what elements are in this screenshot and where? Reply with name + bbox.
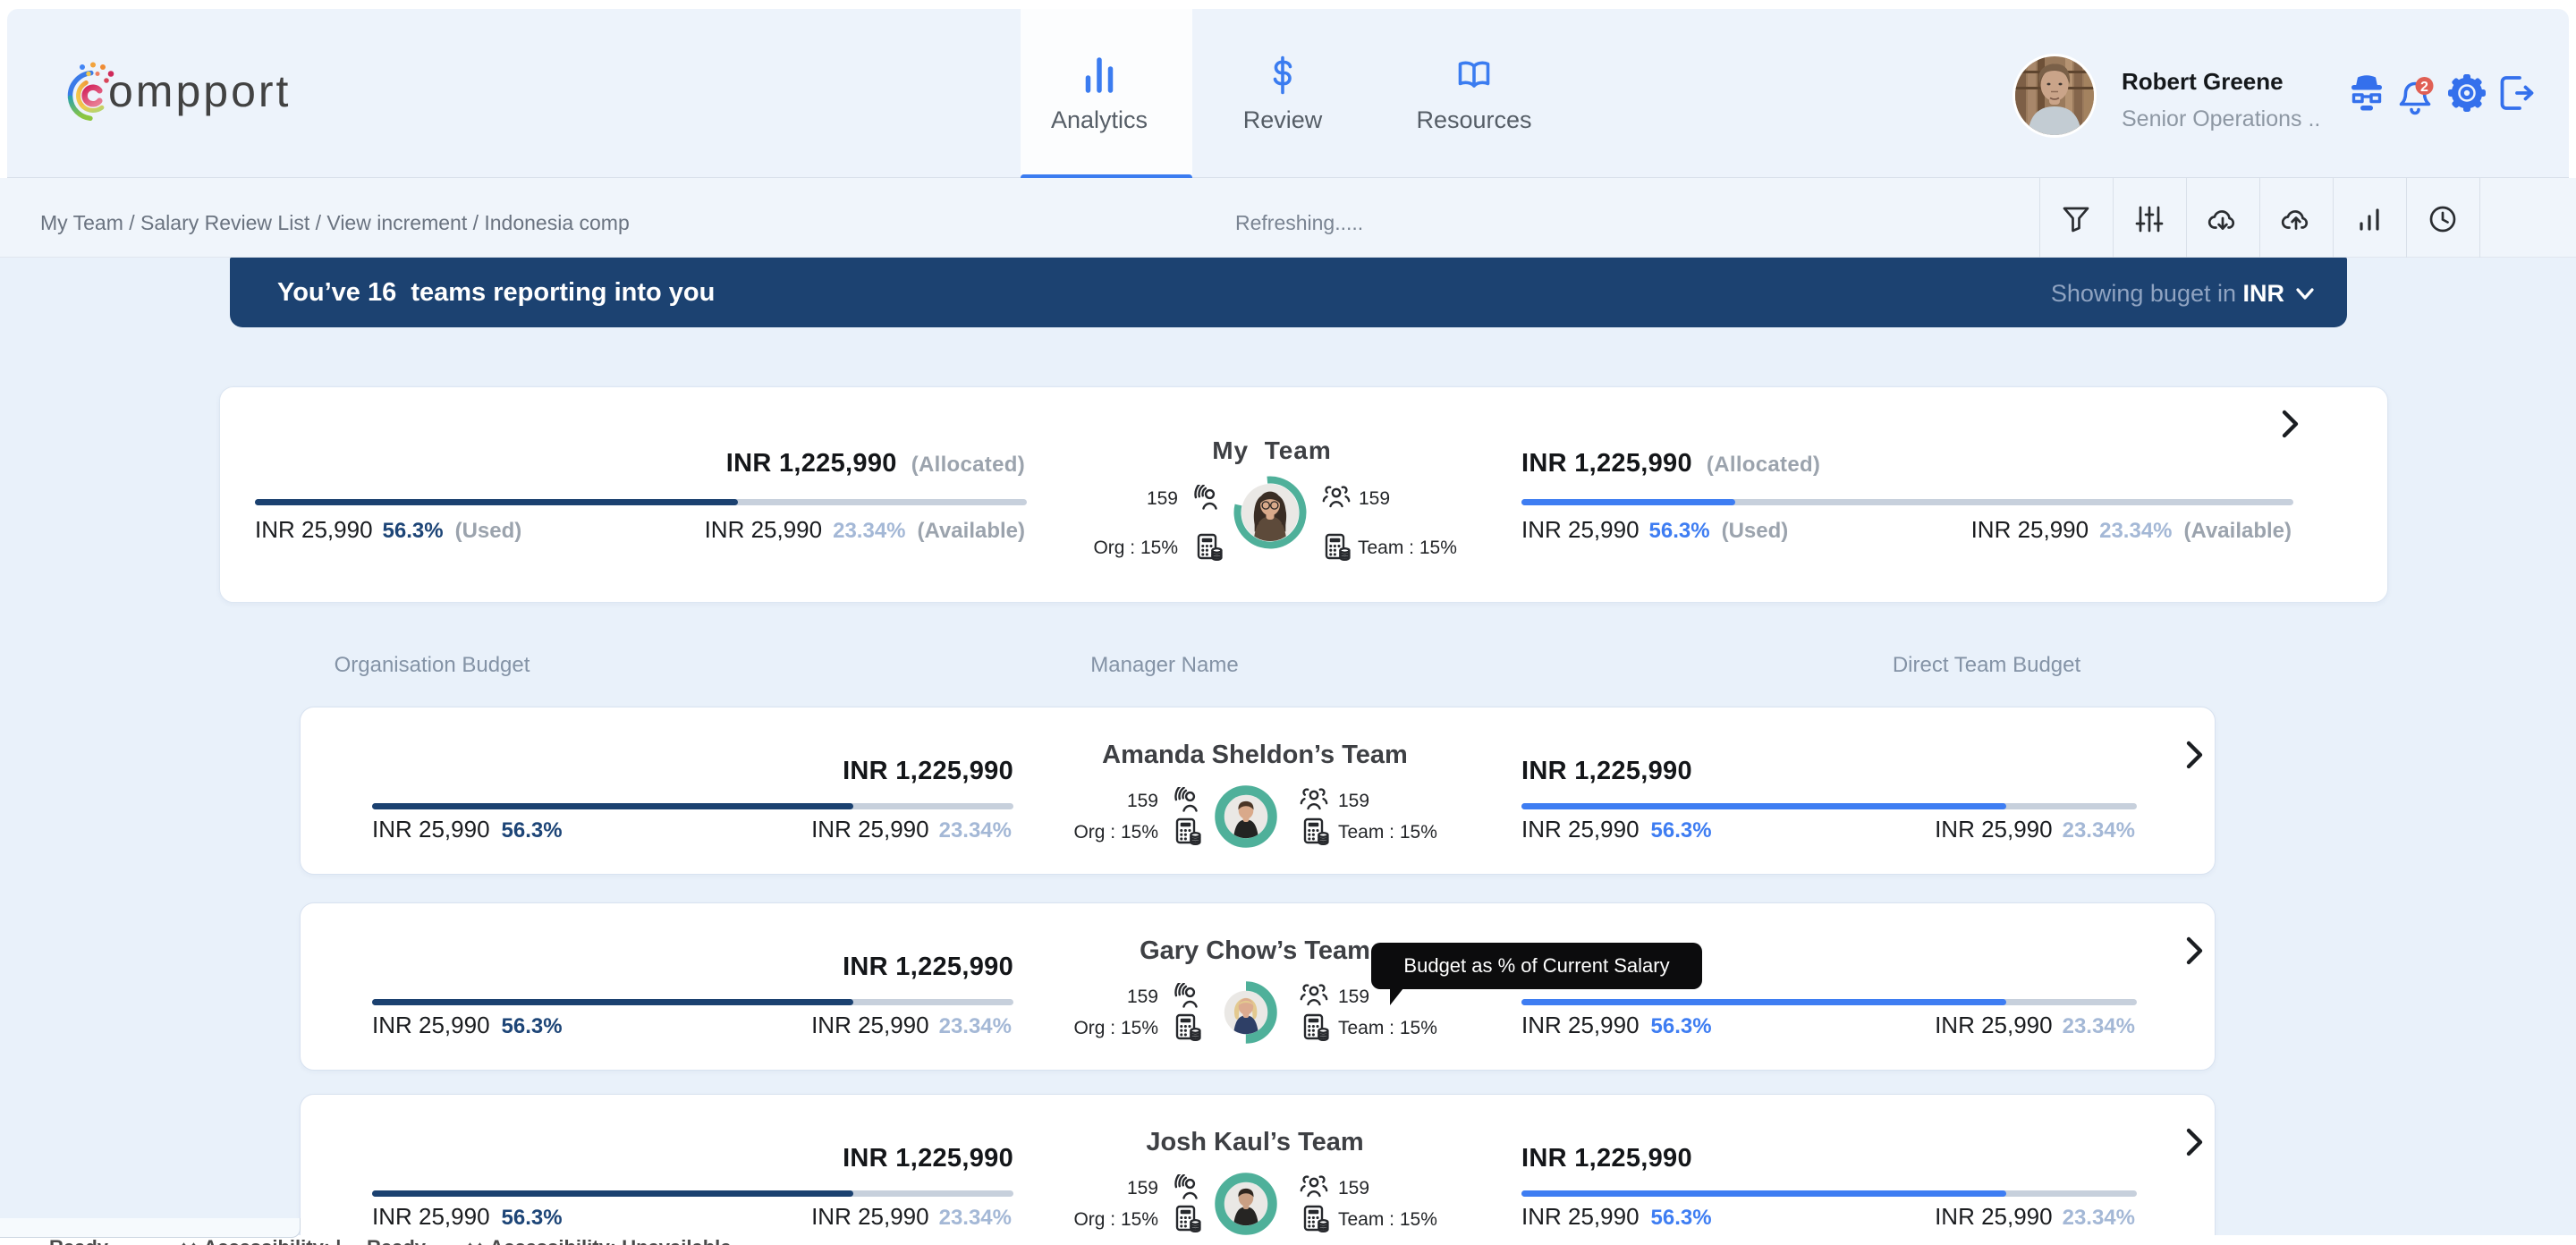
svg-text:2: 2 xyxy=(2420,80,2428,95)
